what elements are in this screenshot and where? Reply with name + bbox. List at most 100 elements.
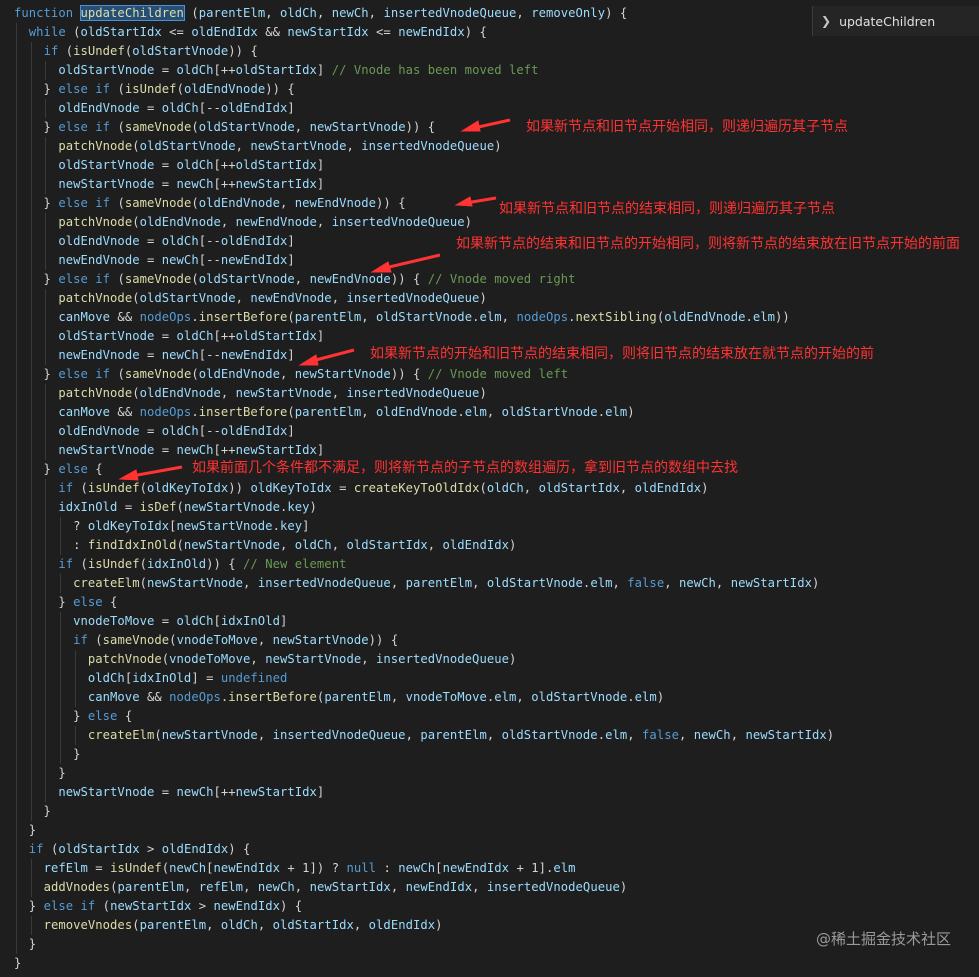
code-line[interactable]: function updateChildren (parentElm, oldC…: [14, 4, 627, 23]
code-line[interactable]: newEndVnode = newCh[--newEndIdx]: [14, 251, 295, 270]
code-line[interactable]: patchVnode(oldStartVnode, newStartVnode,…: [14, 137, 502, 156]
code-line[interactable]: oldStartVnode = oldCh[++oldStartIdx] // …: [14, 61, 539, 80]
annotation-text: 如果新节点的开始和旧节点的结束相同，则将旧节点的结束放在就节点的开始的前: [370, 346, 874, 362]
indent-guide: [16, 745, 17, 764]
indent-guide: [30, 422, 32, 441]
indent-guide: [16, 80, 17, 99]
indent-guide: [30, 650, 32, 669]
code-line[interactable]: removeVnodes(parentElm, oldCh, oldStartI…: [14, 916, 443, 935]
indent-guide: [45, 403, 47, 422]
code-line[interactable]: if (sameVnode(vnodeToMove, newStartVnode…: [14, 631, 398, 650]
indent-guide: [16, 270, 17, 289]
indent-guide: [30, 42, 32, 61]
indent-guide: [30, 403, 32, 422]
code-line[interactable]: } else {: [14, 707, 132, 726]
code-line[interactable]: canMove && nodeOps.insertBefore(parentEl…: [14, 308, 790, 327]
outline-label[interactable]: updateChildren: [839, 14, 935, 29]
code-line[interactable]: idxInOld = isDef(newStartVnode.key): [14, 498, 317, 517]
code-line[interactable]: }: [14, 821, 36, 840]
code-line[interactable]: } else if (sameVnode(oldStartVnode, newE…: [14, 270, 576, 289]
indent-guide: [30, 802, 32, 821]
indent-guide: [30, 707, 32, 726]
indent-guide: [45, 137, 47, 156]
code-line[interactable]: oldStartVnode = oldCh[++oldStartIdx]: [14, 156, 324, 175]
indent-guide: [16, 175, 17, 194]
indent-guide: [45, 384, 47, 403]
code-line[interactable]: newStartVnode = newCh[++newStartIdx]: [14, 783, 324, 802]
indent-guide: [45, 783, 47, 802]
indent-guide: [59, 669, 61, 688]
code-line[interactable]: patchVnode(oldEndVnode, newEndVnode, ins…: [14, 213, 472, 232]
indent-guide: [16, 327, 17, 346]
indent-guide: [45, 688, 47, 707]
indent-guide: [16, 783, 17, 802]
code-line[interactable]: }: [14, 935, 36, 954]
code-line[interactable]: newEndVnode = newCh[--newEndIdx]: [14, 346, 295, 365]
indent-guide: [16, 403, 17, 422]
indent-guide: [59, 631, 61, 650]
code-line[interactable]: patchVnode(vnodeToMove, newStartVnode, i…: [14, 650, 516, 669]
indent-guide: [30, 460, 32, 479]
code-line[interactable]: canMove && nodeOps.insertBefore(parentEl…: [14, 688, 664, 707]
code-line[interactable]: } else {: [14, 460, 103, 479]
code-line[interactable]: createElm(newStartVnode, insertedVnodeQu…: [14, 574, 819, 593]
code-line[interactable]: }: [14, 954, 21, 973]
code-line[interactable]: }: [14, 764, 66, 783]
code-line[interactable]: addVnodes(parentElm, refElm, newCh, newS…: [14, 878, 628, 897]
indent-guide: [30, 536, 32, 555]
indent-guide: [30, 631, 32, 650]
indent-guide: [30, 270, 32, 289]
code-line[interactable]: vnodeToMove = oldCh[idxInOld]: [14, 612, 287, 631]
indent-guide: [16, 916, 17, 935]
annotation-text: 如果新节点的结束和旧节点的开始相同，则将新节点的结束放在旧节点开始的前面: [456, 236, 960, 252]
code-editor[interactable]: function updateChildren (parentElm, oldC…: [0, 0, 979, 977]
code-line[interactable]: oldCh[idxInOld] = undefined: [14, 669, 287, 688]
code-line[interactable]: oldStartVnode = oldCh[++oldStartIdx]: [14, 327, 324, 346]
indent-guide: [16, 859, 17, 878]
code-line[interactable]: ? oldKeyToIdx[newStartVnode.key]: [14, 517, 310, 536]
indent-guide: [16, 593, 17, 612]
code-line[interactable]: } else {: [14, 593, 117, 612]
code-line[interactable]: while (oldStartIdx <= oldEndIdx && newSt…: [14, 23, 487, 42]
code-line[interactable]: } else if (sameVnode(oldEndVnode, newSta…: [14, 365, 569, 384]
indent-guide: [45, 517, 47, 536]
indent-guide: [16, 61, 17, 80]
code-line[interactable]: if (isUndef(oldKeyToIdx)) oldKeyToIdx = …: [14, 479, 709, 498]
indent-guide: [16, 232, 17, 251]
code-line[interactable]: : findIdxInOld(newStartVnode, oldCh, old…: [14, 536, 516, 555]
indent-guide: [16, 726, 17, 745]
code-line[interactable]: createElm(newStartVnode, insertedVnodeQu…: [14, 726, 834, 745]
indent-guide: [45, 156, 47, 175]
code-line[interactable]: oldEndVnode = oldCh[--oldEndIdx]: [14, 99, 295, 118]
indent-guide: [16, 99, 17, 118]
code-line[interactable]: } else if (newStartIdx > newEndIdx) {: [14, 897, 302, 916]
code-line[interactable]: patchVnode(oldStartVnode, newEndVnode, i…: [14, 289, 487, 308]
indent-guide: [45, 61, 47, 80]
code-line[interactable]: }: [14, 745, 81, 764]
indent-guide: [16, 574, 17, 593]
indent-guide: [16, 707, 17, 726]
outline-breadcrumb[interactable]: ❯ updateChildren: [812, 6, 979, 36]
indent-guide: [30, 384, 32, 403]
code-line[interactable]: refElm = isUndef(newCh[newEndIdx + 1]) ?…: [14, 859, 576, 878]
indent-guide: [45, 745, 47, 764]
code-line[interactable]: oldEndVnode = oldCh[--oldEndIdx]: [14, 422, 295, 441]
code-line[interactable]: }: [14, 802, 51, 821]
indent-guide: [45, 99, 47, 118]
code-line[interactable]: } else if (isUndef(oldEndVnode)) {: [14, 80, 295, 99]
code-line[interactable]: patchVnode(oldEndVnode, newStartVnode, i…: [14, 384, 487, 403]
code-line[interactable]: if (isUndef(idxInOld)) { // New element: [14, 555, 346, 574]
code-line[interactable]: } else if (sameVnode(oldEndVnode, newEnd…: [14, 194, 406, 213]
code-line[interactable]: oldEndVnode = oldCh[--oldEndIdx]: [14, 232, 295, 251]
code-line[interactable]: newStartVnode = newCh[++newStartIdx]: [14, 441, 324, 460]
code-line[interactable]: } else if (sameVnode(oldStartVnode, newS…: [14, 118, 436, 137]
chevron-right-icon[interactable]: ❯: [821, 14, 831, 28]
indent-guide: [30, 688, 32, 707]
indent-guide: [45, 631, 47, 650]
code-line[interactable]: if (isUndef(oldStartVnode)) {: [14, 42, 258, 61]
code-line[interactable]: if (oldStartIdx > oldEndIdx) {: [14, 840, 251, 859]
indent-guide: [30, 308, 32, 327]
code-line[interactable]: newStartVnode = newCh[++newStartIdx]: [14, 175, 324, 194]
indent-guide: [45, 422, 47, 441]
code-line[interactable]: canMove && nodeOps.insertBefore(parentEl…: [14, 403, 635, 422]
